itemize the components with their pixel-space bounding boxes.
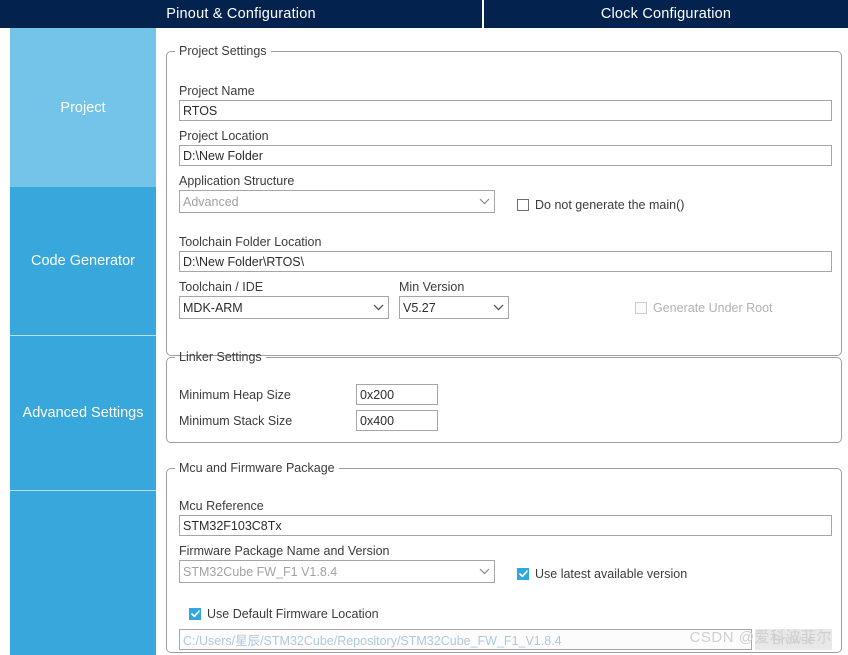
- application-structure-select[interactable]: Advanced: [179, 190, 495, 213]
- project-location-input[interactable]: [179, 145, 832, 166]
- use-latest-version-checkbox[interactable]: [517, 568, 529, 580]
- mcu-firmware-package-legend: Mcu and Firmware Package: [179, 461, 335, 475]
- mcu-reference-input[interactable]: [179, 515, 832, 536]
- minimum-stack-size-label: Minimum Stack Size: [179, 414, 293, 428]
- toolchain-folder-location-label: Toolchain Folder Location: [179, 235, 322, 249]
- project-name-label: Project Name: [179, 84, 255, 98]
- do-not-generate-main-label: Do not generate the main(): [535, 198, 685, 212]
- tab-pinout-configuration[interactable]: Pinout & Configuration: [0, 0, 484, 28]
- sidebar-item-code-generator[interactable]: Code Generator: [10, 187, 156, 335]
- do-not-generate-main-checkbox-row[interactable]: Do not generate the main(): [517, 198, 684, 212]
- generate-under-root-checkbox-row: Generate Under Root: [635, 301, 773, 315]
- sidebar: Project Code Generator Advanced Settings: [0, 28, 156, 655]
- do-not-generate-main-checkbox[interactable]: [517, 199, 529, 211]
- sidebar-item-extra[interactable]: [10, 491, 156, 655]
- tab-pinout-configuration-label: Pinout & Configuration: [166, 6, 316, 22]
- toolchain-folder-location-input[interactable]: [179, 251, 832, 272]
- sidebar-items: Project Code Generator Advanced Settings: [10, 28, 156, 655]
- use-latest-version-label: Use latest available version: [535, 567, 688, 581]
- minimum-stack-size-input[interactable]: [356, 410, 438, 431]
- project-name-input[interactable]: [179, 100, 832, 121]
- toolchain-ide-label: Toolchain / IDE: [179, 280, 264, 294]
- sidebar-item-project-label: Project: [60, 99, 106, 116]
- chevron-down-icon: [477, 198, 491, 205]
- minimum-heap-size-input[interactable]: [356, 384, 438, 405]
- minimum-heap-size-label: Minimum Heap Size: [179, 388, 291, 402]
- use-latest-version-checkbox-row[interactable]: Use latest available version: [517, 567, 687, 581]
- project-settings-legend: Project Settings: [179, 44, 267, 58]
- sidebar-item-advanced-settings-label: Advanced Settings: [22, 405, 144, 421]
- linker-settings-legend: Linker Settings: [179, 350, 262, 364]
- project-location-label: Project Location: [179, 129, 269, 143]
- mcu-reference-label: Mcu Reference: [179, 499, 264, 513]
- tab-clock-configuration-label: Clock Configuration: [600, 6, 732, 22]
- browse-button[interactable]: Browse: [755, 629, 832, 650]
- firmware-package-label: Firmware Package Name and Version: [179, 544, 390, 558]
- min-version-value: V5.27: [403, 300, 436, 315]
- min-version-select[interactable]: V5.27: [399, 296, 509, 319]
- use-default-firmware-location-checkbox[interactable]: [189, 608, 201, 620]
- project-settings-group: Project Settings Project Name Project Lo…: [166, 44, 842, 356]
- use-default-firmware-location-label: Use Default Firmware Location: [207, 607, 379, 621]
- linker-settings-group: Linker Settings Minimum Heap Size Minimu…: [166, 350, 842, 443]
- toolchain-ide-select[interactable]: MDK-ARM: [179, 296, 389, 319]
- firmware-location-input: [179, 629, 752, 650]
- browse-button-label: Browse: [772, 632, 815, 647]
- application-structure-label: Application Structure: [179, 174, 295, 188]
- firmware-package-value: STM32Cube FW_F1 V1.8.4: [183, 564, 338, 579]
- firmware-package-select[interactable]: STM32Cube FW_F1 V1.8.4: [179, 560, 495, 583]
- chevron-down-icon: [491, 304, 505, 311]
- min-version-label: Min Version: [399, 280, 465, 294]
- top-tab-bar: Pinout & Configuration Clock Configurati…: [0, 0, 848, 28]
- generate-under-root-checkbox: [635, 302, 647, 314]
- sidebar-item-advanced-settings[interactable]: Advanced Settings: [10, 336, 156, 490]
- sidebar-item-code-generator-label: Code Generator: [31, 253, 135, 269]
- generate-under-root-label: Generate Under Root: [653, 301, 773, 315]
- tab-clock-configuration[interactable]: Clock Configuration: [484, 0, 848, 28]
- mcu-firmware-package-group: Mcu and Firmware Package Mcu Reference F…: [166, 461, 842, 653]
- chevron-down-icon: [477, 568, 491, 575]
- use-default-firmware-location-checkbox-row[interactable]: Use Default Firmware Location: [189, 607, 379, 621]
- project-manager-panel: Project Settings Project Name Project Lo…: [156, 28, 848, 655]
- sidebar-item-project[interactable]: Project: [10, 28, 156, 187]
- chevron-down-icon: [371, 304, 385, 311]
- application-structure-value: Advanced: [183, 194, 239, 209]
- toolchain-ide-value: MDK-ARM: [183, 300, 243, 315]
